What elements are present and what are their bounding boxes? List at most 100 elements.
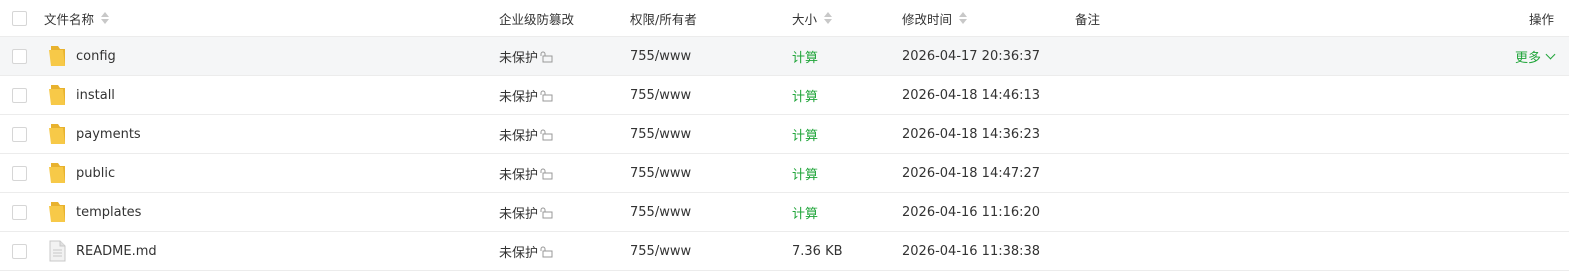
- table-row[interactable]: templates 未保护 755/www 计算 2026-04-16 11:1…: [0, 193, 1569, 232]
- file-name[interactable]: README.md: [76, 244, 157, 259]
- mtime-value: 2026-04-18 14:47:27: [902, 165, 1041, 181]
- unlock-icon[interactable]: [540, 246, 553, 262]
- header-size[interactable]: 大小: [792, 0, 833, 36]
- header-name-label: 文件名称: [44, 11, 95, 27]
- row-check-cell: [12, 193, 27, 231]
- name-cell: templates: [44, 193, 141, 231]
- calculate-size-link[interactable]: 计算: [792, 86, 818, 105]
- sort-icon[interactable]: [101, 12, 110, 24]
- size-cell[interactable]: 计算: [792, 115, 818, 153]
- name-cell: install: [44, 76, 115, 114]
- row-checkbox[interactable]: [12, 48, 27, 64]
- header-ops: 操作: [1490, 0, 1554, 36]
- perm-cell[interactable]: 755/www: [630, 115, 691, 153]
- mtime-value: 2026-04-16 11:38:38: [902, 243, 1041, 259]
- row-checkbox[interactable]: [12, 126, 27, 142]
- chevron-down-icon[interactable]: [1545, 49, 1556, 59]
- perm-value: 755/www: [630, 204, 692, 220]
- perm-value: 755/www: [630, 243, 692, 259]
- table-row[interactable]: README.md 未保护 755/www 7.36 KB 2026-04-16…: [0, 232, 1569, 271]
- mtime-cell: 2026-04-16 11:16:20: [902, 193, 1040, 231]
- protect-cell[interactable]: 未保护: [499, 37, 553, 75]
- protect-cell[interactable]: 未保护: [499, 154, 553, 192]
- mtime-value: 2026-04-16 11:16:20: [902, 204, 1041, 220]
- more-button[interactable]: 更多: [1515, 47, 1541, 66]
- header-protect: 企业级防篡改: [499, 0, 574, 36]
- header-name[interactable]: 文件名称: [44, 0, 110, 36]
- row-checkbox[interactable]: [12, 204, 27, 220]
- header-note: 备注: [1075, 0, 1100, 36]
- unlock-icon[interactable]: [540, 168, 553, 184]
- perm-cell[interactable]: 755/www: [630, 193, 691, 231]
- folder-icon: [48, 201, 66, 223]
- perm-cell[interactable]: 755/www: [630, 37, 691, 75]
- row-check-cell: [12, 154, 27, 192]
- protect-status: 未保护: [499, 167, 539, 183]
- protect-status: 未保护: [499, 89, 539, 105]
- row-check-cell: [12, 37, 27, 75]
- header-perm-label: 权限/所有者: [630, 11, 697, 27]
- mtime-value: 2026-04-18 14:36:23: [902, 126, 1041, 142]
- size-cell[interactable]: 计算: [792, 37, 818, 75]
- protect-status: 未保护: [499, 128, 539, 144]
- protect-cell[interactable]: 未保护: [499, 193, 553, 231]
- name-cell: README.md: [44, 232, 157, 270]
- table-row[interactable]: install 未保护 755/www 计算 2026-04-18 14:46:…: [0, 76, 1569, 115]
- file-name[interactable]: public: [76, 166, 115, 181]
- unlock-icon[interactable]: [540, 51, 553, 67]
- protect-cell[interactable]: 未保护: [499, 232, 553, 270]
- mtime-cell: 2026-04-18 14:36:23: [902, 115, 1040, 153]
- select-all-checkbox[interactable]: [12, 10, 27, 26]
- perm-cell[interactable]: 755/www: [630, 76, 691, 114]
- unlock-icon[interactable]: [540, 90, 553, 106]
- header-size-label: 大小: [792, 11, 818, 27]
- file-name[interactable]: templates: [76, 205, 141, 220]
- calculate-size-link[interactable]: 计算: [792, 125, 818, 144]
- perm-value: 755/www: [630, 126, 692, 142]
- size-cell[interactable]: 计算: [792, 193, 818, 231]
- protect-status: 未保护: [499, 206, 539, 222]
- perm-cell[interactable]: 755/www: [630, 154, 691, 192]
- protect-cell[interactable]: 未保护: [499, 76, 553, 114]
- file-name[interactable]: install: [76, 88, 115, 103]
- row-checkbox[interactable]: [12, 243, 27, 259]
- calculate-size-link[interactable]: 计算: [792, 164, 818, 183]
- folder-icon: [48, 45, 66, 67]
- unlock-icon[interactable]: [540, 207, 553, 223]
- file-name[interactable]: config: [76, 49, 116, 64]
- table-row[interactable]: config 未保护 755/www 计算 2026-04-17 20:36:3…: [0, 37, 1569, 76]
- calculate-size-link[interactable]: 计算: [792, 47, 818, 66]
- name-cell: public: [44, 154, 115, 192]
- table-row[interactable]: payments 未保护 755/www 计算 2026-04-18 14:36…: [0, 115, 1569, 154]
- protect-status: 未保护: [499, 245, 539, 261]
- table-header: 文件名称 企业级防篡改 权限/所有者 大小 修改时间 备注 操作: [0, 0, 1569, 37]
- protect-cell[interactable]: 未保护: [499, 115, 553, 153]
- mtime-cell: 2026-04-17 20:36:37: [902, 37, 1040, 75]
- row-checkbox[interactable]: [12, 87, 27, 103]
- folder-icon: [48, 84, 66, 106]
- size-cell[interactable]: 计算: [792, 76, 818, 114]
- calculate-size-link[interactable]: 计算: [792, 203, 818, 222]
- mtime-cell: 2026-04-18 14:47:27: [902, 154, 1040, 192]
- header-note-label: 备注: [1075, 11, 1101, 27]
- table-row[interactable]: public 未保护 755/www 计算 2026-04-18 14:47:2…: [0, 154, 1569, 193]
- ops-cell: 更多: [1490, 37, 1556, 75]
- header-perm: 权限/所有者: [630, 0, 697, 36]
- row-checkbox[interactable]: [12, 165, 27, 181]
- protect-status: 未保护: [499, 50, 539, 66]
- row-check-cell: [12, 232, 27, 270]
- unlock-icon[interactable]: [540, 129, 553, 145]
- mtime-value: 2026-04-18 14:46:13: [902, 87, 1041, 103]
- row-check-cell: [12, 115, 27, 153]
- size-cell[interactable]: 计算: [792, 154, 818, 192]
- sort-icon[interactable]: [959, 12, 968, 24]
- header-mtime[interactable]: 修改时间: [902, 0, 968, 36]
- sort-icon[interactable]: [824, 12, 833, 24]
- perm-cell[interactable]: 755/www: [630, 232, 691, 270]
- name-cell: config: [44, 37, 116, 75]
- header-mtime-label: 修改时间: [902, 11, 953, 27]
- perm-value: 755/www: [630, 48, 692, 64]
- file-name[interactable]: payments: [76, 127, 141, 142]
- mtime-value: 2026-04-17 20:36:37: [902, 48, 1041, 64]
- file-table: 文件名称 企业级防篡改 权限/所有者 大小 修改时间 备注 操作 config …: [0, 0, 1589, 280]
